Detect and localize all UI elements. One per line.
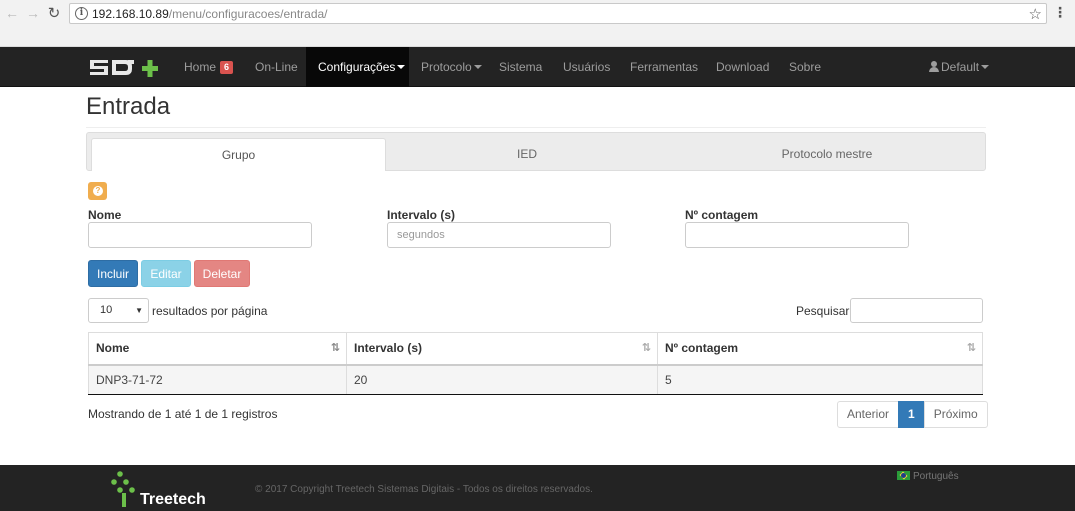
sort-asc-icon: ⇅ [330, 342, 340, 354]
nav-home-label: Home [184, 60, 217, 74]
cell-intervalo: 20 [346, 364, 658, 395]
incluir-button[interactable]: Incluir [88, 260, 138, 287]
nome-input[interactable] [88, 222, 312, 248]
per-page-label: resultados por página [152, 304, 268, 318]
nav-sobre-label: Sobre [789, 60, 822, 74]
col-header-label: Nº contagem [665, 341, 739, 356]
user-icon [929, 61, 939, 72]
page-title: Entrada [86, 93, 171, 120]
nav-online-label: On-Line [255, 60, 298, 74]
sort-icon: ⇅ [966, 342, 976, 354]
footer: Treetech © 2017 Copyright Treetech Siste… [0, 465, 1075, 511]
url-text: 192.168.10.89/menu/configuracoes/entrada… [92, 7, 328, 21]
browser-menu-icon[interactable]: ⋮ [1053, 4, 1067, 21]
nav-home[interactable]: Home 6 [184, 47, 234, 87]
nav-protocolo-label: Protocolo [421, 60, 472, 74]
nav-configuracoes-label: Configurações [318, 60, 396, 74]
deletar-button[interactable]: Deletar [194, 260, 250, 287]
nav-configuracoes[interactable]: Configurações [306, 47, 409, 87]
intervalo-input[interactable] [387, 222, 611, 248]
copyright-text: © 2017 Copyright Treetech Sistemas Digit… [255, 484, 593, 495]
caret-down-icon [981, 65, 990, 69]
dropdown-arrow-icon: ▼ [135, 306, 143, 315]
nav-usuarios[interactable]: Usuários [563, 47, 610, 87]
language-selector[interactable]: Português [897, 471, 959, 482]
col-header-intervalo[interactable]: Intervalo (s) ⇅ [346, 332, 658, 366]
title-divider [86, 127, 986, 128]
caret-down-icon [473, 65, 482, 69]
forward-arrow-icon[interactable]: → [25, 5, 41, 21]
address-bar[interactable]: i 192.168.10.89/menu/configuracoes/entra… [69, 3, 1047, 24]
page-size-select[interactable]: 10 ▼ [88, 298, 149, 323]
nav-online[interactable]: On-Line [255, 47, 298, 87]
search-label: Pesquisar [796, 304, 850, 318]
browser-chrome: ← → ↻ i 192.168.10.89/menu/configuracoes… [0, 0, 1075, 47]
tab-protocolo-mestre[interactable]: Protocolo mestre [677, 138, 977, 171]
reload-icon[interactable]: ↻ [46, 4, 62, 22]
navbar: Home 6 On-Line Configurações Protocolo Si… [0, 47, 1075, 87]
col-header-nome[interactable]: Nome ⇅ [88, 332, 347, 366]
tab-bar: Grupo IED Protocolo mestre [86, 132, 986, 171]
intervalo-label: Intervalo (s) [387, 208, 456, 222]
prev-page-button[interactable]: Anterior [837, 401, 900, 428]
pagination: Anterior 1 Próximo [837, 401, 988, 428]
col-header-label: Intervalo (s) [354, 341, 423, 356]
page-size-value: 10 [100, 304, 113, 316]
page-1-button[interactable]: 1 [898, 401, 925, 428]
nav-sistema-label: Sistema [499, 60, 543, 74]
table-header-row: Nome ⇅ Intervalo (s) ⇅ Nº contagem ⇅ [88, 332, 983, 366]
contagem-label: Nº contagem [685, 208, 759, 222]
tab-ied[interactable]: IED [386, 138, 668, 171]
footer-brand: Treetech [140, 491, 206, 508]
col-header-contagem[interactable]: Nº contagem ⇅ [657, 332, 983, 366]
contagem-input[interactable] [685, 222, 909, 248]
next-page-button[interactable]: Próximo [923, 401, 988, 428]
data-table: Nome ⇅ Intervalo (s) ⇅ Nº contagem ⇅ DNP3-7… [88, 332, 983, 395]
nome-label: Nome [88, 208, 122, 222]
table-info: Mostrando de 1 até 1 de 1 registros [88, 407, 278, 421]
nav-sobre[interactable]: Sobre [789, 47, 821, 87]
sort-icon: ⇅ [641, 342, 651, 354]
nav-download-label: Download [716, 60, 770, 74]
nav-download[interactable]: Download [716, 47, 769, 87]
language-label: Português [913, 471, 959, 482]
cell-contagem: 5 [657, 364, 983, 395]
question-icon: ? [93, 186, 103, 196]
nav-protocolo[interactable]: Protocolo [421, 47, 482, 87]
nav-ferramentas[interactable]: Ferramentas [630, 47, 698, 87]
nav-ferramentas-label: Ferramentas [630, 60, 699, 74]
cell-nome: DNP3-71-72 [88, 364, 347, 395]
search-input[interactable] [850, 298, 983, 323]
sd-logo[interactable] [88, 55, 174, 79]
nav-usuarios-label: Usuários [563, 60, 611, 74]
caret-down-icon [397, 65, 406, 69]
col-header-label: Nome [96, 341, 130, 356]
notification-badge: 6 [220, 61, 234, 74]
user-menu[interactable]: Default [929, 47, 990, 87]
nav-sistema[interactable]: Sistema [499, 47, 542, 87]
back-arrow-icon[interactable]: ← [4, 5, 20, 21]
url-host: 192.168.10.89 [92, 7, 169, 21]
bookmark-star-icon[interactable]: ☆ [1029, 5, 1042, 23]
user-name: Default [941, 60, 980, 74]
brazil-flag-icon [897, 471, 910, 480]
table-row[interactable]: DNP3-71-72 20 5 [88, 364, 983, 395]
url-path: /menu/configuracoes/entrada/ [168, 7, 328, 21]
tab-grupo[interactable]: Grupo [91, 138, 386, 171]
editar-button[interactable]: Editar [141, 260, 191, 287]
help-button[interactable]: ? [88, 182, 107, 200]
site-info-icon[interactable]: i [75, 7, 88, 20]
